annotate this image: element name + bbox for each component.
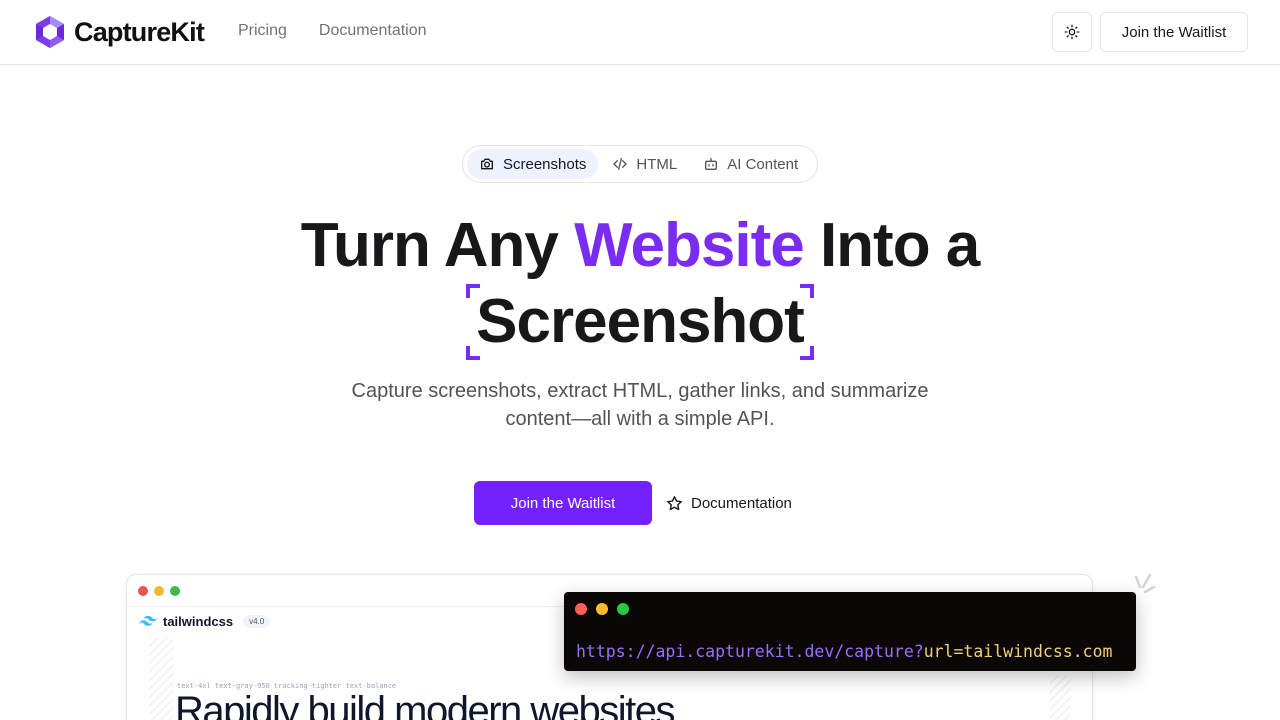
close-dot xyxy=(138,586,148,596)
theme-toggle-button[interactable] xyxy=(1052,12,1092,52)
maximize-dot xyxy=(617,603,629,615)
sun-icon xyxy=(1064,24,1080,40)
api-terminal-window: https://api.capturekit.dev/capture?url=t… xyxy=(564,592,1136,671)
hero-headline-line2: Screenshot xyxy=(0,284,1280,360)
hero-documentation-link[interactable]: Documentation xyxy=(666,481,792,525)
sparkle-decoration-icon xyxy=(1134,573,1156,594)
feature-tabs: Screenshots HTML AI Content xyxy=(462,145,818,183)
preview-site-name: tailwindcss xyxy=(163,614,234,629)
header-join-waitlist-button[interactable]: Join the Waitlist xyxy=(1100,12,1248,52)
main-nav: Pricing Documentation xyxy=(238,22,427,40)
tab-ai-content[interactable]: AI Content xyxy=(691,149,810,179)
code-icon xyxy=(613,158,628,170)
tab-label: AI Content xyxy=(727,155,799,173)
screenshot-bracket-frame: Screenshot xyxy=(466,284,814,360)
minimize-dot xyxy=(596,603,608,615)
api-url: https://api.capturekit.dev/capture?url=t… xyxy=(576,642,1112,661)
headline-part1: Turn Any xyxy=(300,211,575,280)
capturekit-logo-icon xyxy=(36,16,64,48)
headline-part2: Into a xyxy=(803,211,980,280)
tab-screenshots[interactable]: Screenshots xyxy=(467,149,599,179)
api-url-param: url=tailwindcss.com xyxy=(923,642,1113,661)
api-url-base: https://api.capturekit.dev/capture? xyxy=(576,642,924,661)
tailwind-logo: tailwindcss v4.0 xyxy=(139,614,271,629)
preview-version-badge: v4.0 xyxy=(243,615,271,628)
tailwind-wave-icon xyxy=(139,616,157,626)
terminal-window-controls xyxy=(575,603,629,615)
minimize-dot xyxy=(154,586,164,596)
close-dot xyxy=(575,603,587,615)
bot-icon xyxy=(705,158,718,170)
documentation-label: Documentation xyxy=(691,494,792,512)
nav-link-documentation[interactable]: Documentation xyxy=(319,22,427,40)
hero-join-waitlist-button[interactable]: Join the Waitlist xyxy=(474,481,652,525)
top-nav-bar: CaptureKit Pricing Documentation Join th… xyxy=(0,0,1280,65)
brand-name: CaptureKit xyxy=(74,16,205,47)
nav-link-pricing[interactable]: Pricing xyxy=(238,22,287,40)
star-icon xyxy=(667,495,682,510)
brand-logo[interactable]: CaptureKit xyxy=(34,15,205,49)
tab-label: HTML xyxy=(636,155,678,173)
hero-subtitle: Capture screenshots, extract HTML, gathe… xyxy=(351,380,929,430)
window-controls xyxy=(138,586,180,596)
headline-line2-text: Screenshot xyxy=(476,287,805,356)
camera-icon xyxy=(481,158,493,170)
tab-html[interactable]: HTML xyxy=(600,149,689,179)
headline-accent: Website xyxy=(574,211,805,280)
maximize-dot xyxy=(170,586,180,596)
hero-headline: Turn Any Website Into a xyxy=(0,208,1280,284)
tab-label: Screenshots xyxy=(503,155,587,173)
preview-heading: Rapidly build modern websites xyxy=(175,689,676,720)
